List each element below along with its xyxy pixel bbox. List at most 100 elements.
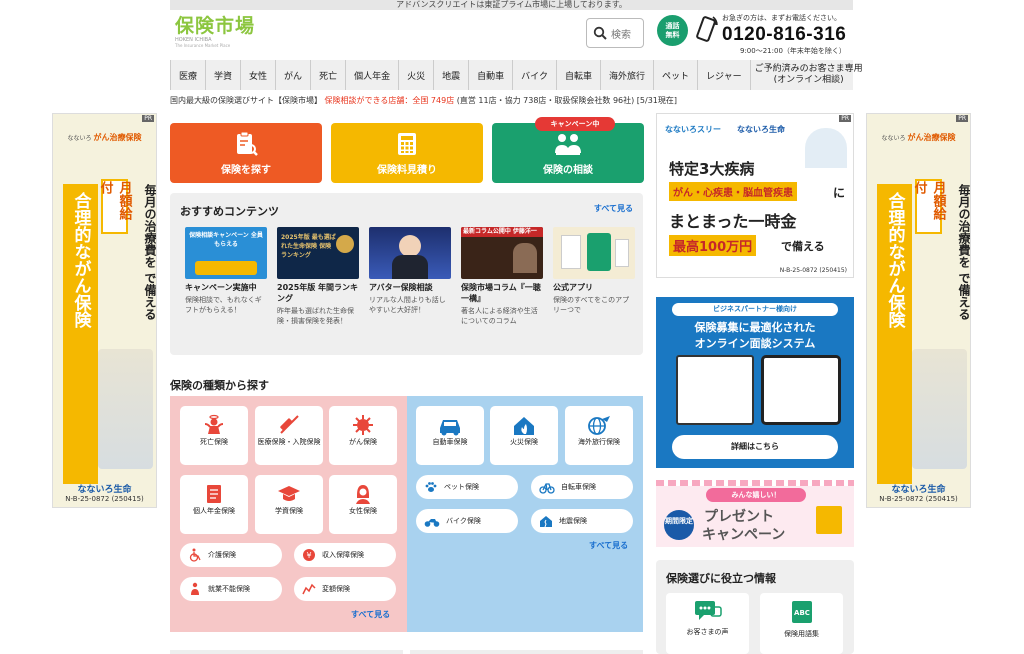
rec-item-title: 公式アプリ [553, 283, 593, 292]
injured-person-icon [191, 582, 199, 595]
tile-cancer-insurance[interactable]: がん保険 [329, 406, 397, 465]
woman-icon [356, 485, 370, 504]
nav-item-bicycle[interactable]: 自転車 [557, 60, 601, 90]
pill-nursing-care[interactable]: 介護保険 [180, 543, 282, 567]
recommended-section: おすすめコンテンツ すべて見る 保険相談キャンペーン 全員もらえる キャンペーン… [170, 193, 643, 355]
helpful-info-section: 保険選びに役立つ情報 お客さまの声 ABC 保険用語集 [656, 560, 854, 654]
virus-icon [353, 415, 373, 435]
pr-brand-header: なないろ がん治療保険 [67, 133, 142, 142]
search-label: 検索 [611, 29, 631, 41]
nav-item-fire[interactable]: 火災 [399, 60, 435, 90]
pill-variable[interactable]: 変額保険 [294, 577, 396, 601]
angel-icon [204, 414, 224, 434]
pr-lump: まとまった一時金 [669, 212, 797, 231]
tile-medical-insurance[interactable]: 医療保険・入院保険 [255, 406, 323, 465]
gift-icon [816, 506, 842, 534]
recommended-see-all[interactable]: すべて見る [594, 203, 633, 214]
info-text-1: 国内最大級の保険選びサイト【保険市場】 [170, 96, 322, 105]
pr-bunting [656, 480, 854, 486]
tile-car-insurance[interactable]: 自動車保険 [416, 406, 484, 465]
left-pr-banner[interactable]: PR なないろ がん治療保険 合理的ながん保険 月額給付 毎月の治療費を で備え… [52, 113, 157, 508]
pill-bicycle[interactable]: 自転車保険 [531, 475, 633, 499]
money-icon: ¥ [303, 549, 315, 561]
clipboard-search-icon [237, 131, 258, 156]
rec-item-desc: 昨年最も選ばれた生命保険・損害保険を発表！ [277, 307, 354, 325]
phone-number[interactable]: 0120-816-316 [722, 24, 846, 46]
tile-pension-insurance[interactable]: 個人年金保険 [180, 475, 248, 534]
pr-banner-3-diseases[interactable]: PR なないろスリー なないろ生命 特定3大疾病 がん・心疾患・脳血管疾患 に … [656, 113, 854, 278]
consult-button[interactable]: 保険の相談 [492, 123, 644, 183]
recommended-item-avatar[interactable]: アバター保険相談 リアルな人間よりも話しやすいと大好評！ [369, 227, 451, 347]
nav-item-earthquake[interactable]: 地震 [434, 60, 470, 90]
nav-item-pension[interactable]: 個人年金 [346, 60, 400, 90]
paw-icon [425, 482, 437, 492]
top-notice-text: アドバンスクリエイトは東証プライム市場に上場しております。 [396, 0, 627, 9]
pr-brand: なないろ生命 [737, 125, 785, 134]
general-see-all-link[interactable]: すべて見る [589, 540, 628, 551]
nav-item-bike[interactable]: バイク [513, 60, 557, 90]
house-fire-icon [514, 417, 534, 435]
life-see-all-link[interactable]: すべて見る [351, 609, 390, 620]
find-insurance-button[interactable]: 保険を探す [170, 123, 322, 183]
document-icon [207, 485, 221, 503]
recommended-item-app[interactable]: 公式アプリ 保険のすべてをこのアプリーつで [553, 227, 635, 347]
recommended-item-campaign[interactable]: 保険相談キャンペーン 全員もらえる キャンペーン実施中 保険相談で、もれなくギフ… [185, 227, 267, 347]
recommended-item-column[interactable]: 最新コラム公開中 伊藤洋一 保険市場コラム『一聴一構』 著名人による経済や生活に… [461, 227, 543, 347]
nav-item-travel[interactable]: 海外旅行 [601, 60, 654, 90]
svg-text:ABC: ABC [794, 609, 810, 617]
pr-code: N-B-25-0872 (250415) [779, 267, 847, 274]
pr-tag: PR [839, 115, 851, 122]
pill-pet[interactable]: ペット保険 [416, 475, 518, 499]
pr-footer: なないろ生命 N-B-25-0872 (250415) [65, 485, 144, 503]
estimate-label: 保険料見積り [377, 165, 437, 176]
estimate-button[interactable]: 保険料見積り [331, 123, 483, 183]
app-thumb [553, 227, 635, 279]
pill-income-protection[interactable]: ¥ 収入保障保険 [294, 543, 396, 567]
glossary-card[interactable]: ABC 保険用語集 [760, 593, 843, 654]
nav-item-cancer[interactable]: がん [276, 60, 312, 90]
tile-education-insurance[interactable]: 学資保険 [255, 475, 323, 534]
phone-icon [696, 16, 718, 42]
nav-item-medical[interactable]: 医療 [170, 60, 207, 90]
pr-limited-badge: 期間限定 [664, 510, 694, 540]
nav-item-death[interactable]: 死亡 [311, 60, 347, 90]
pill-disability[interactable]: 就業不能保険 [180, 577, 282, 601]
pr-doctor-illustration [805, 128, 847, 168]
line-chart-icon [302, 583, 316, 595]
tile-women-insurance[interactable]: 女性保険 [329, 475, 397, 534]
pr-detail-button[interactable]: 詳細はこちら [672, 435, 838, 459]
people-consult-icon [555, 134, 581, 155]
house-quake-icon [540, 516, 552, 528]
tile-travel-insurance[interactable]: 海外旅行保険 [565, 406, 633, 465]
nav-item-reserved-consult[interactable]: ご予約済みのお客さま専用 (オンライン相談) [751, 60, 867, 90]
nav-item-women[interactable]: 女性 [241, 60, 277, 90]
pill-motorcycle[interactable]: バイク保険 [416, 509, 518, 533]
pr-sub-copy: 毎月の治療費を で備える [143, 184, 157, 321]
rec-item-title: アバター保険相談 [369, 283, 433, 292]
info-shops[interactable]: 保険相談ができる店舗：全国 749店 [325, 96, 455, 105]
nav-item-car[interactable]: 自動車 [469, 60, 514, 90]
pr-headline: 特定3大疾病 [669, 160, 755, 178]
right-side-pr-banner[interactable]: PR なないろ がん治療保険 合理的ながん保険 月額給付 毎月の治療費を で備え… [866, 113, 971, 508]
pr-business-tag: ビジネスパートナー様向け [672, 303, 838, 316]
call-hours: 9:00～21:00（年末年始を除く） [740, 47, 846, 55]
recommended-item-ranking[interactable]: 2025年版 最も選ばれた生命保険 保険ランキング 2025年版 年間ランキング… [277, 227, 359, 347]
pr-banner-present-campaign[interactable]: みんな嬉しい！ 期間限定 プレゼント キャンペーン [656, 480, 854, 547]
site-logo[interactable]: 保険市場 HOKEN ICHIBA The Insurance Market P… [175, 15, 255, 55]
pr-banner-online-system[interactable]: ビジネスパートナー様向け 保険募集に最適化された オンライン面談システム 詳細は… [656, 297, 854, 468]
call-note: お急ぎの方は、まずお電話ください。 [722, 14, 841, 22]
search-button[interactable]: 検索 [586, 18, 644, 48]
life-insurance-panel: 死亡保険 医療保険・入院保険 がん保険 個人年金保険 学資保険 女性保険 介護保… [170, 396, 407, 632]
rec-item-desc: 保険のすべてをこのアプリーつで [553, 296, 630, 314]
pr-illustration [912, 349, 967, 469]
tile-fire-insurance[interactable]: 火災保険 [490, 406, 558, 465]
pr-tablet-mock [761, 355, 841, 425]
motorcycle-icon [424, 519, 440, 527]
pill-earthquake[interactable]: 地震保険 [531, 509, 633, 533]
pr-tag: PR [956, 115, 968, 122]
tile-death-insurance[interactable]: 死亡保険 [180, 406, 248, 465]
customer-voice-card[interactable]: お客さまの声 [666, 593, 749, 654]
nav-item-education[interactable]: 学資 [206, 60, 242, 90]
nav-item-pet[interactable]: ペット [654, 60, 699, 90]
nav-item-leisure[interactable]: レジャー [698, 60, 751, 90]
